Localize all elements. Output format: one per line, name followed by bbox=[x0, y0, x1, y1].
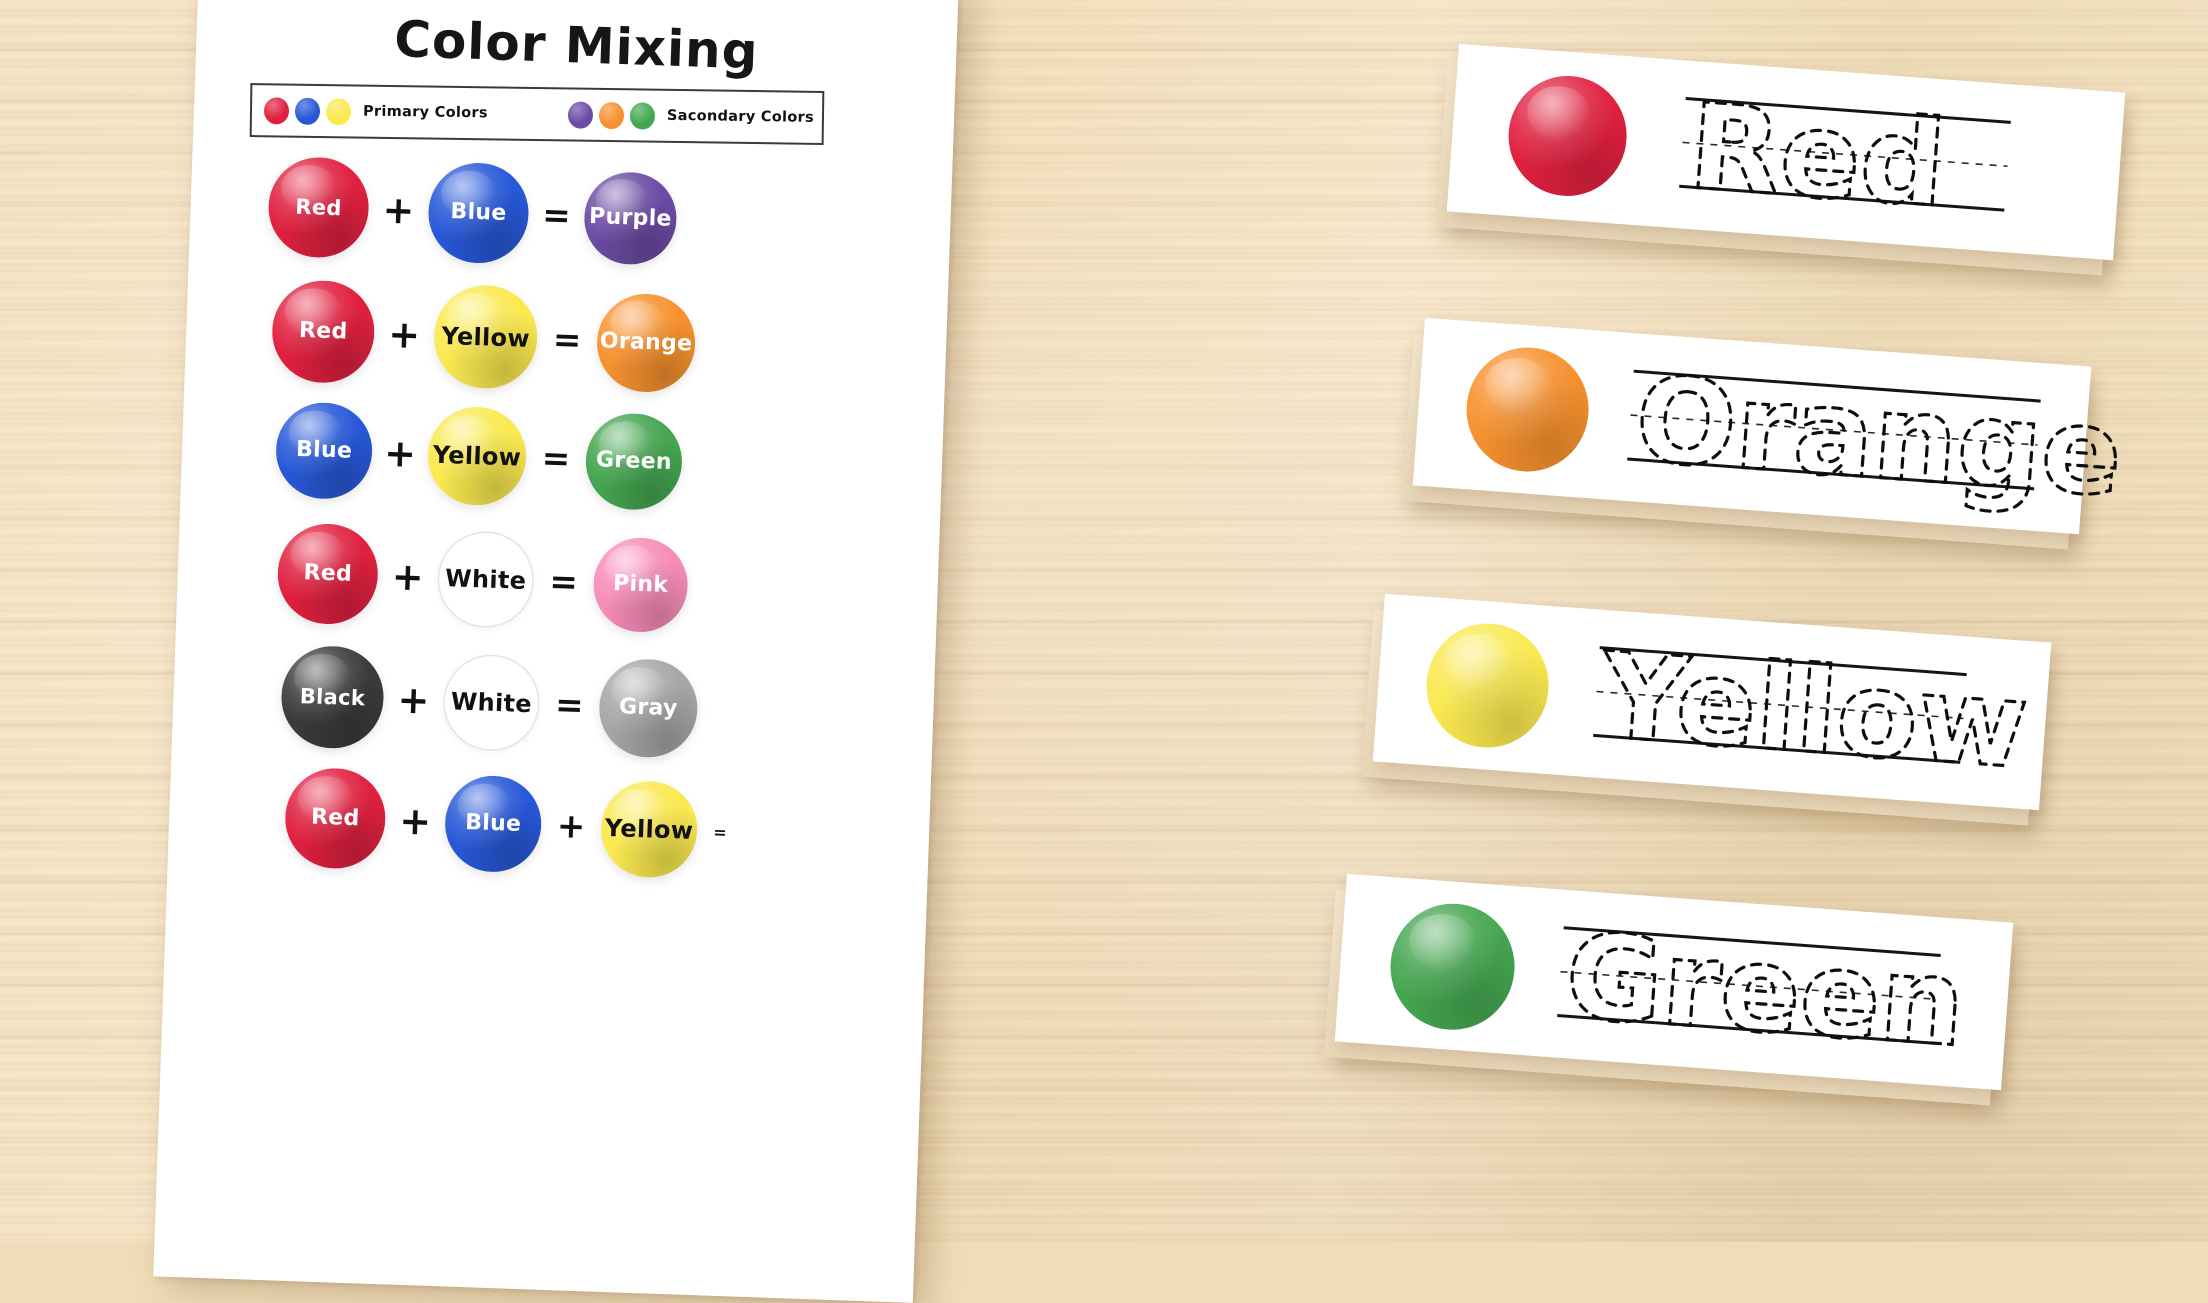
legend-swatch-blue bbox=[294, 97, 321, 125]
color-ball-label: White bbox=[450, 687, 533, 719]
operator-equals: = bbox=[552, 319, 583, 361]
operator-equals: = bbox=[541, 438, 571, 480]
color-ball-blue: Blue bbox=[274, 401, 374, 501]
color-ball-red: Red bbox=[283, 766, 388, 871]
equation-row: Blue + Yellow = Green bbox=[274, 400, 684, 512]
color-ball-label: Orange bbox=[599, 327, 693, 357]
color-ball-purple: Purple bbox=[582, 170, 678, 266]
equation-row: Red + Blue + Yellow = bbox=[283, 766, 745, 883]
color-mixing-worksheet: Color Mixing Primary Colors Sacondary Co… bbox=[153, 0, 959, 1303]
operator-plus: + bbox=[383, 430, 417, 476]
legend-group-primary: Primary Colors bbox=[263, 96, 488, 127]
tracing-word-yellow: Yellow bbox=[1588, 624, 2033, 797]
color-ball-green: Green bbox=[584, 411, 684, 512]
color-ball-label: White bbox=[444, 564, 527, 595]
tracing-word-green: Green bbox=[1552, 905, 1980, 1075]
color-ball-white: White bbox=[441, 653, 542, 753]
operator-plus: + bbox=[556, 806, 587, 848]
color-ball-label: Red bbox=[298, 317, 348, 345]
tracing-word-red: Red bbox=[1674, 76, 2082, 237]
equation-row: Red + Yellow = Orange bbox=[270, 278, 697, 396]
color-ball-orange: Orange bbox=[595, 291, 697, 394]
color-ball-label: Red bbox=[295, 194, 343, 220]
operator-plus: + bbox=[381, 187, 416, 233]
legend-swatch-red bbox=[263, 96, 290, 125]
flashcard-color-circle-red bbox=[1504, 71, 1631, 201]
equation-row: Black + White = Gray bbox=[279, 644, 700, 760]
color-ball-label: Red bbox=[310, 804, 360, 832]
color-ball-yellow: Yellow bbox=[599, 779, 699, 880]
operator-plus: + bbox=[396, 677, 431, 723]
svg-text:Red: Red bbox=[1685, 77, 1950, 233]
legend-label-secondary: Sacondary Colors bbox=[666, 107, 815, 126]
operator-plus: + bbox=[387, 311, 421, 357]
color-ball-pink: Pink bbox=[592, 536, 690, 634]
ball-gloss-icon bbox=[1407, 911, 1479, 973]
color-ball-label: Blue bbox=[295, 436, 353, 464]
color-ball-blue: Blue bbox=[426, 161, 531, 265]
equation-row: Red + Blue = Purple bbox=[266, 155, 678, 270]
color-ball-label: Black bbox=[299, 683, 366, 710]
color-ball-yellow: Yellow bbox=[426, 405, 528, 507]
color-ball-label: Blue bbox=[464, 809, 522, 837]
equation-row: Red + White = Pink bbox=[276, 522, 690, 636]
legend-group-secondary: Sacondary Colors bbox=[567, 100, 815, 131]
ball-gloss-icon bbox=[1443, 631, 1514, 691]
flashcard-color-circle-green bbox=[1386, 899, 1519, 1035]
color-ball-red: Red bbox=[270, 278, 377, 384]
color-ball-black: Black bbox=[279, 644, 386, 750]
color-legend-bar: Primary Colors Sacondary Colors bbox=[249, 83, 825, 146]
color-ball-label: Red bbox=[303, 560, 353, 587]
color-ball-yellow: Yellow bbox=[432, 283, 539, 391]
color-ball-label: Yellow bbox=[432, 440, 522, 472]
operator-equals: = bbox=[548, 561, 579, 603]
color-ball-label: Blue bbox=[450, 199, 507, 227]
operator-plus: + bbox=[391, 554, 425, 600]
color-ball-label: Green bbox=[595, 447, 673, 475]
color-ball-label: Yellow bbox=[604, 813, 694, 845]
color-ball-white: White bbox=[436, 529, 536, 630]
legend-swatch-purple bbox=[567, 100, 594, 129]
color-ball-red: Red bbox=[266, 155, 371, 260]
flashcard-color-circle-orange bbox=[1462, 343, 1593, 476]
color-ball-label: Purple bbox=[588, 203, 673, 232]
svg-text:Orange: Orange bbox=[1631, 350, 2126, 523]
operator-plus: + bbox=[398, 798, 432, 844]
legend-swatch-orange bbox=[598, 101, 625, 129]
legend-label-primary: Primary Colors bbox=[362, 103, 488, 122]
legend-swatch-yellow bbox=[325, 97, 352, 125]
ball-gloss-icon bbox=[1483, 355, 1554, 415]
legend-swatch-green bbox=[629, 101, 656, 130]
color-ball-label: Gray bbox=[618, 694, 679, 722]
color-ball-label: Yellow bbox=[441, 321, 531, 353]
color-ball-label: Pink bbox=[612, 570, 669, 598]
operator-equals: = bbox=[713, 822, 728, 842]
operator-equals: = bbox=[554, 685, 585, 726]
ball-gloss-icon bbox=[1524, 83, 1593, 142]
operator-equals: = bbox=[541, 195, 572, 237]
svg-text:Green: Green bbox=[1561, 906, 1969, 1073]
tracing-word-orange: Orange bbox=[1622, 348, 2128, 525]
worksheet-title: Color Mixing bbox=[393, 10, 760, 81]
color-ball-blue: Blue bbox=[443, 774, 543, 874]
color-ball-gray: Gray bbox=[597, 657, 700, 759]
svg-text:Yellow: Yellow bbox=[1595, 626, 2032, 795]
color-ball-red: Red bbox=[276, 522, 380, 626]
flashcard-color-circle-yellow bbox=[1422, 619, 1553, 752]
